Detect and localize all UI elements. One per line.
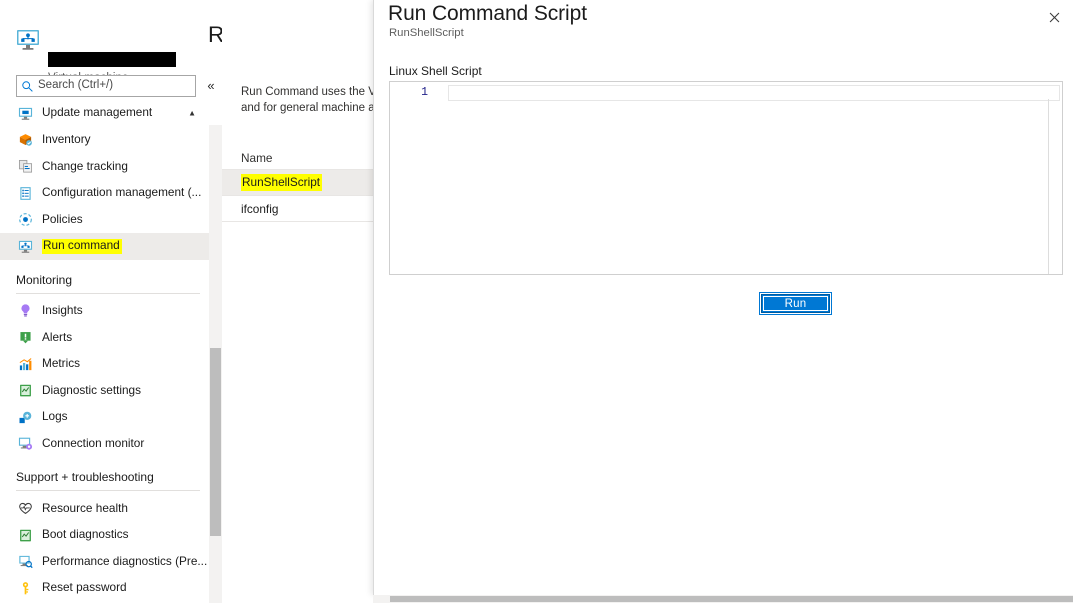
box-icon: [18, 132, 33, 147]
sidebar-item-logs[interactable]: Logs: [0, 404, 222, 431]
run-command-script-panel: Run Command Script RunShellScript Linux …: [373, 0, 1073, 595]
sidebar-item-performance-diagnostics[interactable]: Performance diagnostics (Pre...: [0, 548, 222, 575]
command-name: RunShellScript: [241, 174, 322, 191]
script-editor[interactable]: 1: [389, 81, 1063, 275]
heart-icon: [18, 501, 33, 516]
resource-name-redacted: [48, 52, 176, 67]
section-divider: [16, 293, 200, 294]
sidebar-item-label: Diagnostic settings: [42, 385, 141, 397]
sidebar-nav: Update management ▲ Inventory: [0, 100, 222, 603]
run-command-content: Run Command uses the VI and for general …: [222, 0, 373, 603]
magnifier-icon: [18, 554, 33, 569]
sidebar-item-label: Update management: [42, 107, 152, 119]
sidebar-item-insights[interactable]: Insights: [0, 298, 222, 325]
section-divider: [16, 490, 200, 491]
table-row[interactable]: ifconfig: [222, 196, 373, 222]
sidebar-item-label: Boot diagnostics: [42, 529, 129, 541]
sidebar-item-diagnostic-settings[interactable]: Diagnostic settings: [0, 377, 222, 404]
sidebar-item-label: Change tracking: [42, 161, 128, 173]
sidebar-item-label: Run command: [42, 239, 122, 254]
sidebar-item-connection-monitor[interactable]: Connection monitor: [0, 431, 222, 458]
panel-subtitle: RunShellScript: [389, 27, 464, 39]
search-input[interactable]: Search (Ctrl+/): [16, 75, 196, 97]
sidebar-item-policies[interactable]: Policies: [0, 206, 222, 233]
sidebar-item-label: Policies: [42, 214, 83, 226]
chevron-up-icon[interactable]: ▲: [188, 109, 196, 118]
sidebar-item-label: Resource health: [42, 503, 128, 515]
close-icon[interactable]: [1041, 4, 1067, 30]
editor-line-input[interactable]: [448, 85, 1060, 101]
checklist-icon: [18, 186, 33, 201]
sidebar-item-label: Insights: [42, 305, 83, 317]
sidebar-item-resource-health[interactable]: Resource health: [0, 495, 222, 522]
lightbulb-icon: [18, 303, 33, 318]
sidebar-item-label: Connection monitor: [42, 438, 144, 450]
sidebar-item-change-tracking[interactable]: Change tracking: [0, 153, 222, 180]
sidebar-section-support: Support + troubleshooting: [0, 457, 222, 487]
sidebar-item-label: Alerts: [42, 332, 72, 344]
table-row[interactable]: RunShellScript: [222, 170, 373, 196]
sidebar-item-boot-diagnostics[interactable]: Boot diagnostics: [0, 522, 222, 549]
documents-icon: [18, 159, 33, 174]
sidebar-scrollbar-thumb[interactable]: [210, 348, 221, 536]
connection-monitor-icon: [18, 436, 33, 451]
search-container: Search (Ctrl+/): [16, 75, 196, 97]
policy-icon: [18, 212, 33, 227]
monitor-icon: [18, 106, 33, 121]
description-text: Run Command uses the VI and for general …: [241, 84, 391, 116]
description-line: and for general machine a: [241, 100, 391, 116]
search-placeholder: Search (Ctrl+/): [38, 80, 113, 92]
editor-guide-line: [1048, 99, 1049, 274]
sidebar-item-update-management[interactable]: Update management ▲: [0, 100, 222, 127]
run-button[interactable]: Run: [761, 294, 830, 313]
sidebar-item-run-command[interactable]: Run command: [0, 233, 222, 260]
command-name: ifconfig: [241, 202, 278, 216]
editor-line-number: 1: [412, 86, 428, 99]
horizontal-scrollbar-thumb[interactable]: [390, 596, 1073, 602]
panel-title: Run Command Script: [388, 2, 587, 26]
column-header-name: Name: [241, 151, 272, 165]
sidebar-item-label: Inventory: [42, 134, 91, 146]
search-icon: [21, 80, 34, 93]
run-command-icon: [18, 239, 33, 254]
sidebar-item-label: Configuration management (...: [42, 187, 201, 199]
collapse-sidebar-button[interactable]: «: [203, 77, 219, 95]
virtual-machine-icon: [16, 28, 40, 52]
diagnostics-icon: [18, 383, 33, 398]
logs-icon: [18, 410, 33, 425]
sidebar-item-metrics[interactable]: Metrics: [0, 351, 222, 378]
alert-icon: [18, 330, 33, 345]
key-icon: [18, 581, 33, 596]
description-line: Run Command uses the VI: [241, 84, 391, 100]
bar-chart-icon: [18, 357, 33, 372]
table-header: Name: [222, 146, 373, 170]
sidebar-section-monitoring: Monitoring: [0, 260, 222, 290]
sidebar-item-configuration-management[interactable]: Configuration management (...: [0, 180, 222, 207]
script-field-label: Linux Shell Script: [389, 64, 482, 78]
sidebar-item-label: Metrics: [42, 358, 80, 370]
sidebar-item-alerts[interactable]: Alerts: [0, 324, 222, 351]
diagnostics-icon: [18, 528, 33, 543]
sidebar-item-label: Performance diagnostics (Pre...: [42, 556, 207, 568]
app-root: Virtual machine Run command Search (Ctrl…: [0, 0, 1073, 603]
sidebar-item-label: Reset password: [42, 582, 127, 594]
sidebar-item-reset-password[interactable]: Reset password: [0, 575, 222, 602]
sidebar-item-label: Logs: [42, 411, 68, 423]
sidebar-item-inventory[interactable]: Inventory: [0, 127, 222, 154]
run-button-label: Run: [763, 296, 828, 311]
